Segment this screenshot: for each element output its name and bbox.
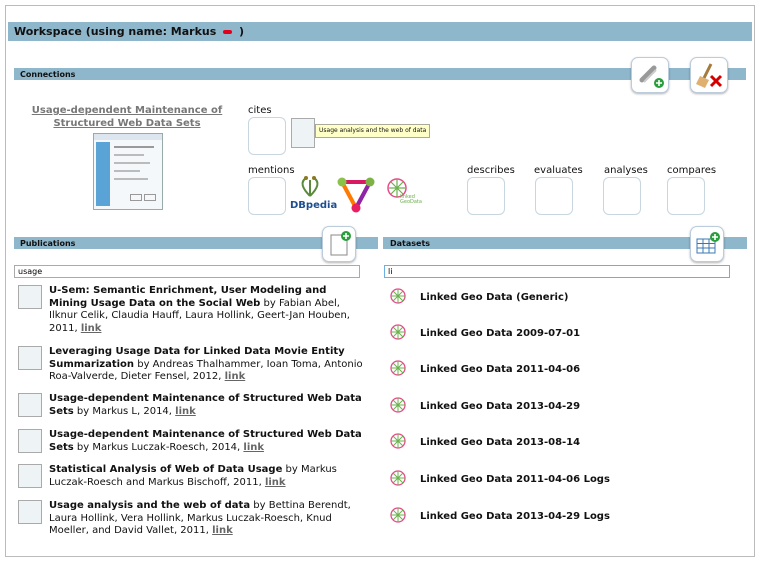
- publication-item-authors: by Markus L, 2014,: [73, 405, 176, 417]
- publication-item[interactable]: Usage-dependent Maintenance of Structure…: [18, 429, 368, 454]
- linkedgeodata-icon: [390, 433, 406, 449]
- publication-item[interactable]: Leveraging Usage Data for Linked Data Mo…: [18, 346, 368, 384]
- add-connection-button[interactable]: [631, 57, 669, 93]
- publication-item-thumbnail: [18, 346, 42, 370]
- publication-item[interactable]: U-Sem: Semantic Enrichment, User Modelin…: [18, 285, 368, 335]
- datasets-label: Datasets: [390, 239, 431, 248]
- publication-item-thumbnail: [18, 429, 42, 453]
- publication-item[interactable]: Usage-dependent Maintenance of Structure…: [18, 393, 368, 418]
- linkedgeodata-icon: [390, 507, 406, 523]
- dataset-item-title: Linked Geo Data (Generic): [420, 292, 569, 303]
- workspace-title-suffix: ): [238, 25, 245, 38]
- add-publication-button[interactable]: [322, 226, 356, 262]
- describes-drop-slot[interactable]: [467, 177, 505, 215]
- publications-label: Publications: [20, 239, 76, 248]
- publication-item-link[interactable]: link: [175, 406, 196, 417]
- cites-publication-thumbnail[interactable]: [291, 118, 315, 148]
- dataset-item-title: Linked Geo Data 2013-04-29 Logs: [420, 511, 610, 522]
- connections-label: Connections: [20, 70, 76, 79]
- relation-label-cites: cites: [248, 105, 272, 116]
- publication-item-link[interactable]: link: [225, 371, 246, 382]
- publication-search-input[interactable]: [14, 265, 360, 278]
- relation-label-compares: compares: [667, 165, 717, 176]
- evaluates-drop-slot[interactable]: [535, 177, 573, 215]
- dbpedia-logo[interactable]: DBpedia: [290, 176, 338, 212]
- cites-drop-slot[interactable]: [248, 117, 286, 155]
- linkedgeodata-icon: [390, 470, 406, 486]
- document-add-icon: [330, 231, 351, 256]
- publication-item[interactable]: Statistical Analysis of Web of Data Usag…: [18, 464, 368, 489]
- workspace-title-text: Workspace (using name: Markus: [14, 25, 217, 38]
- add-dataset-button[interactable]: [690, 226, 724, 262]
- publication-item-thumbnail: [18, 464, 42, 488]
- publication-item-thumbnail: [18, 285, 42, 309]
- dataset-item-title: Linked Geo Data 2013-04-29: [420, 401, 581, 412]
- dataset-search-input[interactable]: [384, 265, 730, 278]
- dataset-item-title: Linked Geo Data 2013-08-14: [420, 437, 581, 448]
- publication-item-link[interactable]: link: [81, 323, 102, 334]
- ontology-triangle-logo[interactable]: [336, 176, 376, 218]
- linkedgeodata-icon: [390, 397, 406, 413]
- publication-item-title: Usage analysis and the web of data: [49, 500, 251, 511]
- dataset-item-title: Linked Geo Data 2011-04-06: [420, 364, 581, 375]
- workspace-title: Workspace (using name: Markus ): [14, 25, 244, 38]
- mentions-drop-slot[interactable]: [248, 177, 286, 215]
- dbpedia-logo-text: DBpedia: [290, 200, 338, 211]
- clear-connections-button[interactable]: [690, 57, 728, 93]
- broom-clear-icon: [696, 63, 723, 88]
- dataset-item-title: Linked Geo Data 2009-07-01: [420, 328, 581, 339]
- linkedgeodata-icon: [390, 288, 406, 304]
- relation-label-describes: describes: [467, 165, 515, 176]
- compares-drop-slot[interactable]: [667, 177, 705, 215]
- linkedgeodata-icon: [390, 360, 406, 376]
- relation-label-analyses: analyses: [604, 165, 648, 176]
- publication-thumbnail: [93, 133, 163, 210]
- publication-item-thumbnail: [18, 393, 42, 417]
- publication-item-authors: by Markus Luczak-Roesch, 2014,: [73, 441, 244, 453]
- publication-item-link[interactable]: link: [265, 477, 286, 488]
- analyses-drop-slot[interactable]: [603, 177, 641, 215]
- edit-name-icon[interactable]: [223, 30, 233, 34]
- table-add-icon: [696, 232, 720, 254]
- publication-item-title: Statistical Analysis of Web of Data Usag…: [49, 464, 283, 475]
- publication-item[interactable]: Usage analysis and the web of data by Be…: [18, 500, 368, 538]
- relation-label-mentions: mentions: [248, 165, 295, 176]
- publication-item-link[interactable]: link: [212, 525, 233, 536]
- cites-tooltip: Usage analysis and the web of data: [315, 124, 431, 138]
- linkedgeodata-logo[interactable]: linked GeoData: [386, 177, 422, 211]
- dataset-item-title: Linked Geo Data 2011-04-06 Logs: [420, 474, 610, 485]
- linkedgeodata-icon: [390, 324, 406, 340]
- link-add-icon: [639, 65, 664, 88]
- triangle-graph-icon: [337, 177, 375, 213]
- relation-label-evaluates: evaluates: [534, 165, 583, 176]
- publication-item-link[interactable]: link: [243, 442, 264, 453]
- linkedgeodata-logo-text: linked GeoData: [400, 194, 422, 205]
- publication-item-thumbnail: [18, 500, 42, 524]
- main-publication-title[interactable]: Usage-dependent Maintenance of Structure…: [22, 104, 232, 130]
- dbpedia-icon: [301, 176, 319, 197]
